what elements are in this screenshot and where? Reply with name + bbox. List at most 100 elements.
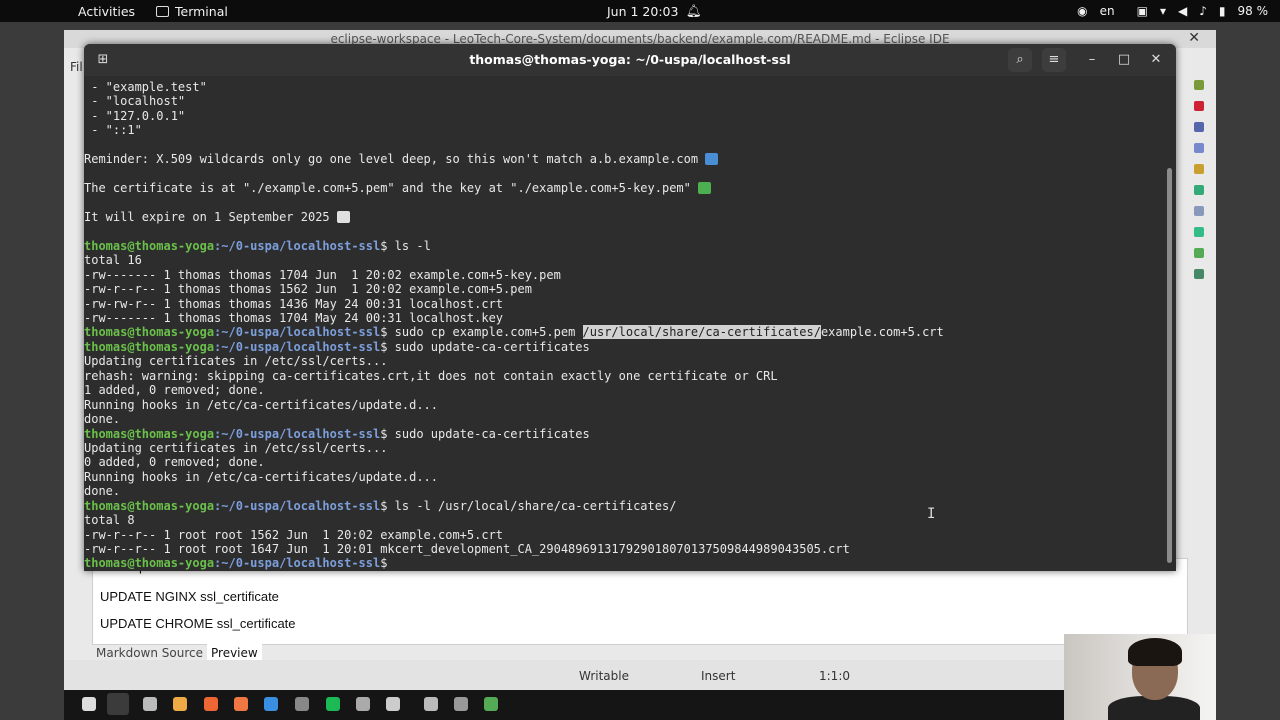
- files-icon[interactable]: [143, 697, 157, 711]
- terminal-output-line: - "127.0.0.1": [84, 108, 186, 123]
- terminal-output-line: -rw------- 1 thomas thomas 1704 May 24 0…: [84, 311, 504, 325]
- command-text: sudo cp example.com+5.pem: [394, 325, 583, 340]
- toolbar-icon[interactable]: [1194, 164, 1204, 174]
- firefox-icon[interactable]: [204, 697, 218, 711]
- bell-icon: 🔔︎: [686, 3, 702, 18]
- language-indicator[interactable]: en: [1100, 4, 1115, 18]
- toolbar-icon[interactable]: [1194, 101, 1204, 111]
- preview-line: UPDATE NGINX ssl_certificate: [100, 589, 279, 604]
- terminal-output-line: total 16: [84, 253, 142, 268]
- chrome-tray-icon[interactable]: ◉: [1077, 4, 1087, 18]
- terminal-output-line: Updating certificates in /etc/ssl/certs.…: [84, 440, 388, 455]
- prompt-path: :~/0-uspa/localhost-ssl: [214, 426, 381, 441]
- text-editor-icon[interactable]: [295, 697, 309, 711]
- eclipse-right-toolbar: [1188, 80, 1210, 330]
- show-desktop-icon[interactable]: [82, 697, 96, 711]
- prompt-path: :~/0-uspa/localhost-ssl: [214, 498, 381, 513]
- vscode-icon[interactable]: [264, 697, 278, 711]
- volume-icon[interactable]: ◀: [1178, 4, 1187, 18]
- terminal-command-line: thomas@thomas-yoga:~/0-uspa/localhost-ss…: [84, 556, 395, 571]
- markdown-preview: sudo update-ca-certificates UPDATE NGINX…: [92, 558, 1188, 645]
- command-text: sudo update-ca-certificates: [394, 426, 590, 441]
- terminal-icon[interactable]: [107, 693, 129, 715]
- terminal-window[interactable]: ⊞ thomas@thomas-yoga: ~/0-uspa/localhost…: [84, 44, 1176, 571]
- toolbar-icon[interactable]: [1194, 248, 1204, 258]
- info-emoji-icon: [705, 153, 719, 166]
- close-icon[interactable]: ✕: [1144, 48, 1168, 72]
- terminal-output-line: total 8: [84, 513, 135, 528]
- webcam-overlay: [1064, 634, 1216, 720]
- minimize-icon[interactable]: –: [1080, 48, 1104, 72]
- toolbar-icon[interactable]: [1194, 185, 1204, 195]
- prompt-user: thomas@thomas-yoga: [84, 325, 215, 340]
- toolbar-icon[interactable]: [1194, 206, 1204, 216]
- battery-icon[interactable]: ▮: [1219, 4, 1226, 18]
- terminal-output-line: -rw-r--r-- 1 root root 1647 Jun 1 20:01 …: [84, 542, 850, 556]
- terminal-output-line: done.: [84, 412, 121, 427]
- wifi-icon[interactable]: ▾: [1160, 4, 1166, 18]
- file-menu[interactable]: Fil: [70, 60, 83, 74]
- terminal-header-bar: ⊞ thomas@thomas-yoga: ~/0-uspa/localhost…: [84, 44, 1176, 76]
- maximize-icon[interactable]: □: [1112, 48, 1136, 72]
- toolbar-icon[interactable]: [1194, 269, 1204, 279]
- calendar-emoji-icon: [336, 210, 350, 223]
- screenshot-icon[interactable]: [424, 697, 438, 711]
- terminal-output-line: rehash: warning: skipping ca-certificate…: [84, 368, 778, 383]
- clock[interactable]: Jun 1 20:03: [607, 4, 678, 19]
- status-cursor-position: 1:1:0: [819, 669, 850, 683]
- settings-icon[interactable]: [386, 697, 400, 711]
- system-tray[interactable]: ◉ en ▣ ▾ ◀ ♪ ▮ 98 %: [1077, 0, 1280, 22]
- system-top-bar: Activities Terminal Jun 1 20:03 🔔︎ ◉ en …: [0, 0, 1280, 22]
- microphone-icon[interactable]: ♪: [1199, 4, 1207, 18]
- terminal-output-line: done.: [84, 484, 121, 499]
- terminal-output[interactable]: - "example.test" - "localhost" - "127.0.…: [84, 80, 1162, 571]
- menu-icon[interactable]: ≡: [1042, 48, 1066, 72]
- terminal-output-line: -rw-rw-r-- 1 thomas thomas 1436 May 24 0…: [84, 296, 504, 311]
- toolbar-icon[interactable]: [1194, 122, 1204, 132]
- command-text: sudo update-ca-certificates: [394, 339, 590, 354]
- selected-text: /usr/local/share/ca-certificates/: [582, 325, 821, 340]
- app-store-icon[interactable]: [234, 697, 248, 711]
- terminal-command-line: thomas@thomas-yoga:~/0-uspa/localhost-ss…: [84, 339, 590, 354]
- screencast-icon[interactable]: ▣: [1137, 4, 1148, 18]
- terminal-icon: [156, 6, 169, 17]
- toolbar-icon[interactable]: [1194, 227, 1204, 237]
- status-writable: Writable: [579, 669, 629, 683]
- preview-line: UPDATE CHROME ssl_certificate: [100, 616, 296, 631]
- prompt-path: :~/0-uspa/localhost-ssl: [214, 325, 381, 340]
- terminal-output-line: Reminder: X.509 wildcards only go one le…: [84, 152, 1162, 166]
- toolbar-icon[interactable]: [1194, 80, 1204, 90]
- terminal-scrollbar[interactable]: [1167, 168, 1172, 563]
- app-menu[interactable]: Terminal: [156, 4, 228, 19]
- terminal-command-line: thomas@thomas-yoga:~/0-uspa/localhost-ss…: [84, 325, 944, 340]
- search-icon[interactable]: ⌕: [1008, 48, 1032, 72]
- terminal-output-line: Running hooks in /etc/ca-certificates/up…: [84, 397, 439, 412]
- spotify-icon[interactable]: [326, 697, 340, 711]
- activities-button[interactable]: Activities: [78, 4, 135, 19]
- app-icon[interactable]: [356, 697, 370, 711]
- prompt-path: :~/0-uspa/localhost-ssl: [214, 238, 381, 253]
- status-insert-mode: Insert: [701, 669, 736, 683]
- chrome-icon[interactable]: [173, 697, 187, 711]
- terminal-output-line: Updating certificates in /etc/ssl/certs.…: [84, 354, 388, 369]
- prompt-user: thomas@thomas-yoga: [84, 556, 215, 571]
- terminal-output-line: - "example.test": [84, 80, 207, 94]
- terminal-output-line: -rw-r--r-- 1 root root 1562 Jun 1 20:02 …: [84, 527, 504, 542]
- installer-icon[interactable]: [484, 697, 498, 711]
- status-bar: Writable Insert 1:1:0: [64, 660, 1216, 690]
- terminal-output-line: 1 added, 0 removed; done.: [84, 383, 265, 398]
- eclipse-close-icon[interactable]: ✕: [1188, 30, 1200, 46]
- terminal-output-line: -rw------- 1 thomas thomas 1704 Jun 1 20…: [84, 267, 561, 282]
- terminal-output-line: The certificate is at "./example.com+5.p…: [84, 181, 1162, 195]
- document-icon[interactable]: [454, 697, 468, 711]
- toolbar-icon[interactable]: [1194, 143, 1204, 153]
- check-emoji-icon: [698, 182, 712, 195]
- terminal-output-line: Running hooks in /etc/ca-certificates/up…: [84, 469, 439, 484]
- mouse-ibeam-cursor: I: [927, 506, 936, 522]
- prompt-path: :~/0-uspa/localhost-ssl: [214, 339, 381, 354]
- prompt-path: :~/0-uspa/localhost-ssl: [214, 556, 381, 571]
- terminal-command-line: thomas@thomas-yoga:~/0-uspa/localhost-ss…: [84, 238, 431, 253]
- terminal-output-line: -rw-r--r-- 1 thomas thomas 1562 Jun 1 20…: [84, 282, 532, 297]
